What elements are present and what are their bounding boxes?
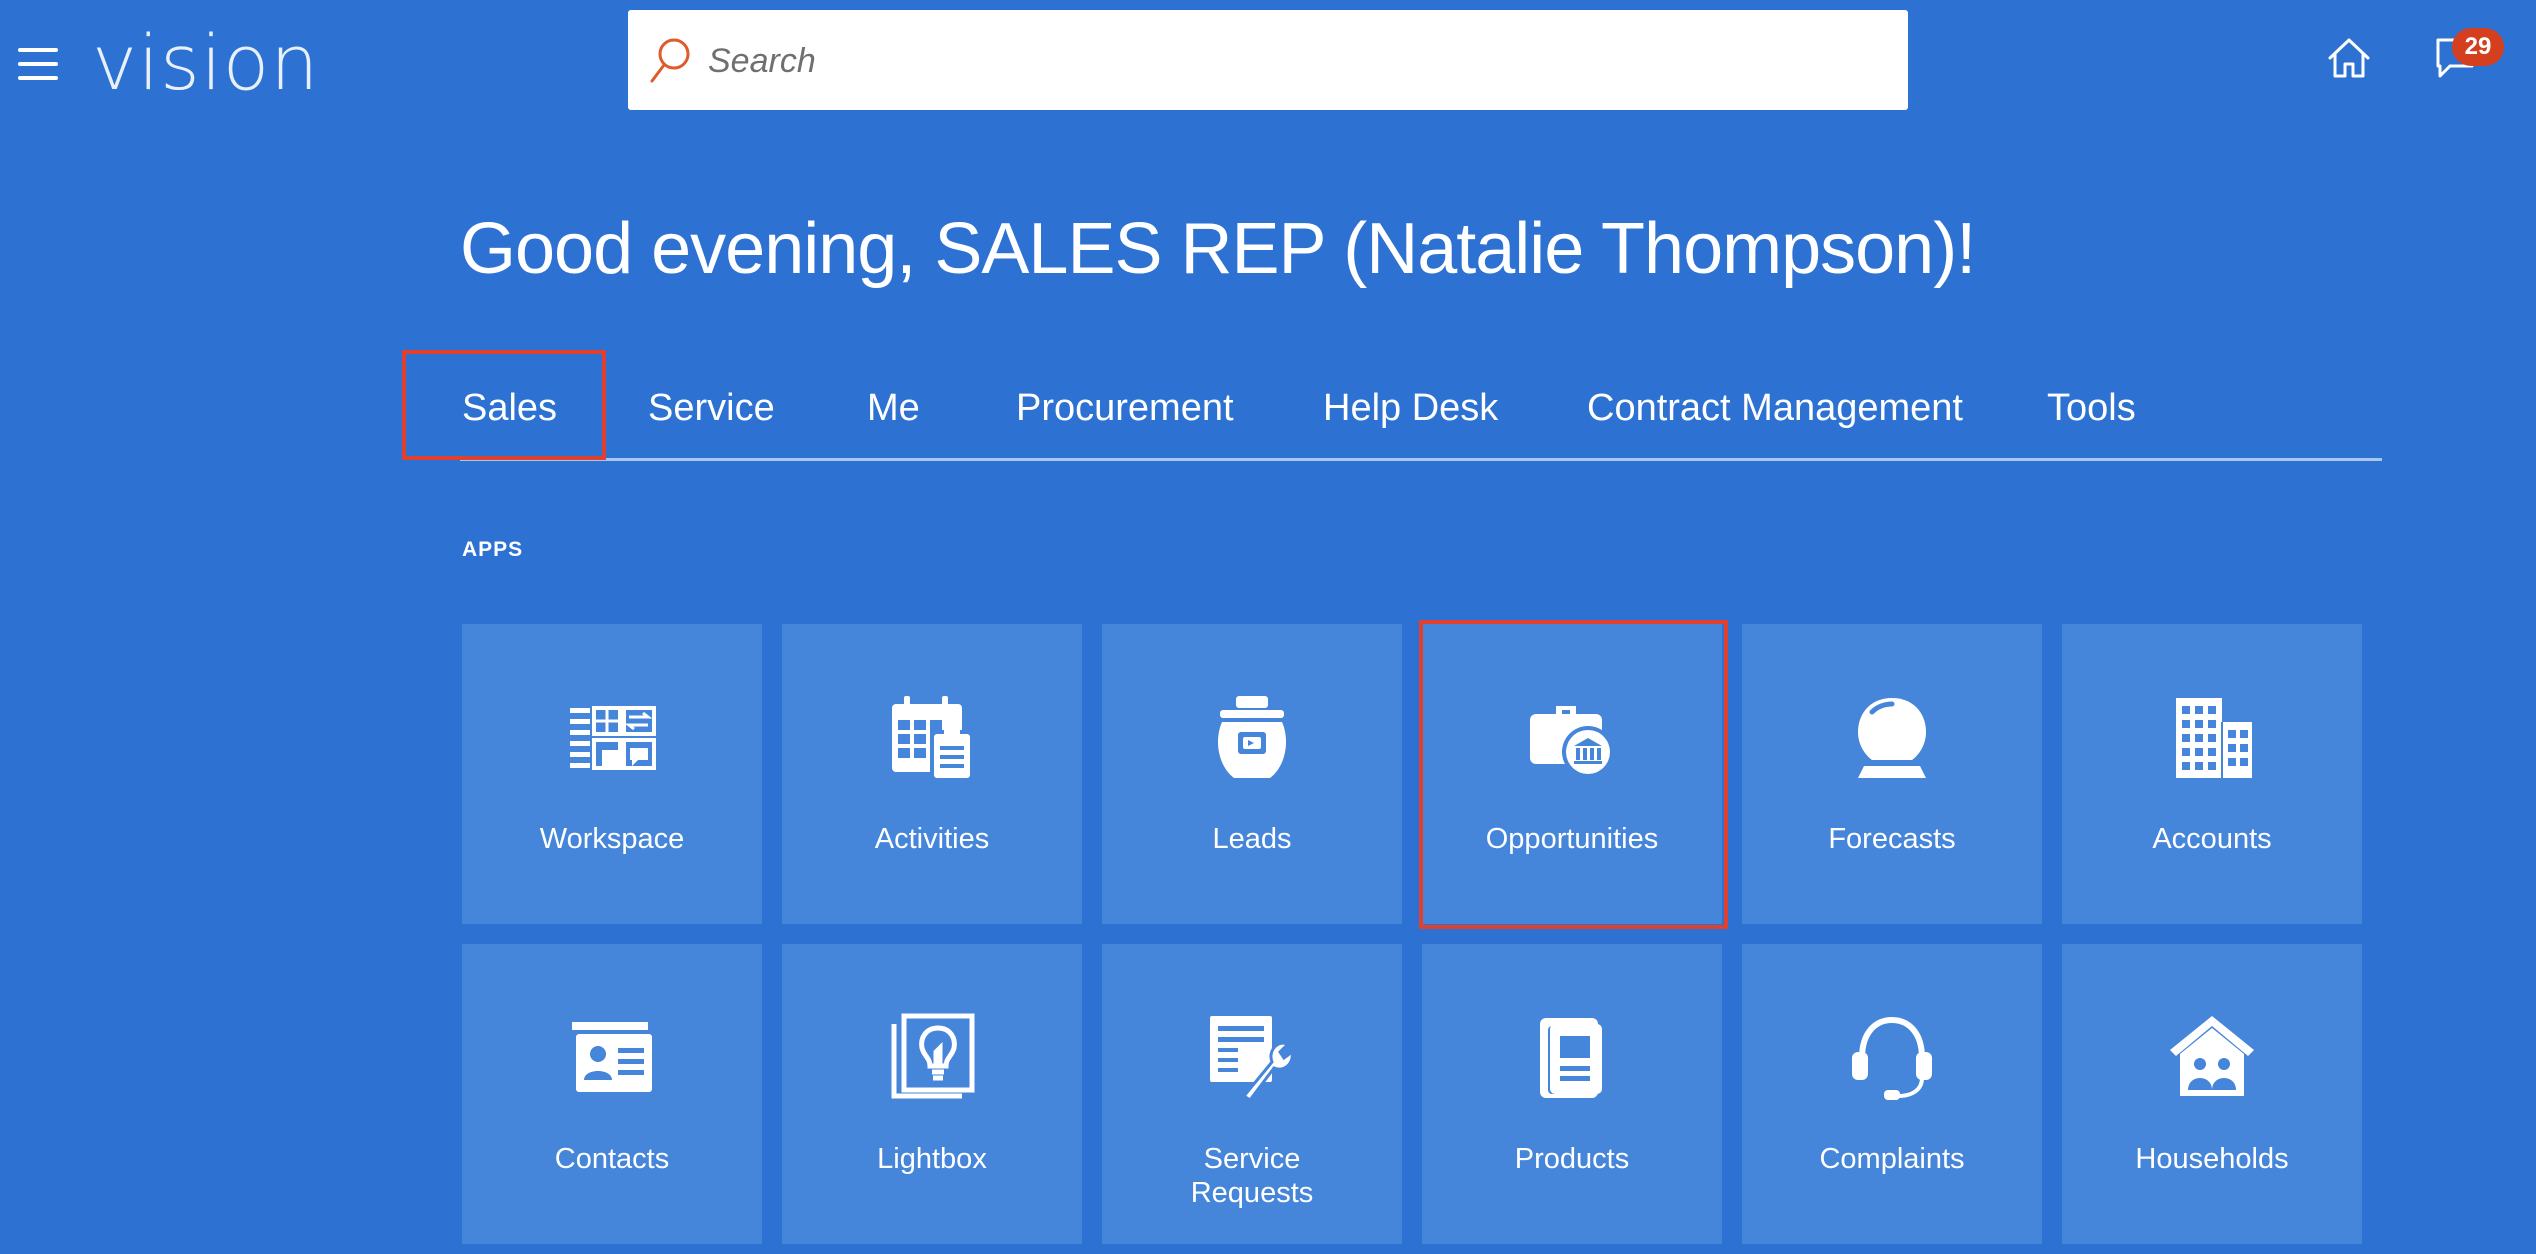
tab-sales[interactable]: Sales <box>462 380 557 436</box>
greeting-title: Good evening, SALES REP (Natalie Thompso… <box>460 209 1976 289</box>
hamburger-menu-icon[interactable] <box>18 48 58 80</box>
app-tile-households[interactable]: Households <box>2062 944 2362 1244</box>
search-input[interactable] <box>706 28 1890 94</box>
app-tile-opportunities[interactable]: Opportunities <box>1422 624 1722 924</box>
app-tile-complaints[interactable]: Complaints <box>1742 944 2042 1244</box>
app-tile-label: Forecasts <box>1828 823 1956 855</box>
briefcase-icon <box>1530 706 1614 778</box>
calendar-icon <box>892 696 972 780</box>
app-tile-contacts[interactable]: Contacts <box>462 944 762 1244</box>
product-book-icon <box>1540 1018 1602 1098</box>
tab-service[interactable]: Service <box>648 380 775 436</box>
headset-icon <box>1852 1016 1932 1100</box>
notification-count-badge[interactable]: 29 <box>2452 28 2504 66</box>
workspace-icon <box>570 706 656 770</box>
app-tile-label: Complaints <box>1819 1143 1965 1175</box>
app-tile-label: Lightbox <box>877 1143 987 1175</box>
app-tile-activities[interactable]: Activities <box>782 624 1082 924</box>
app-tile-label: Products <box>1514 1143 1630 1175</box>
app-tile-label: Opportunities <box>1485 823 1659 855</box>
app-tile-leads[interactable]: Leads <box>1102 624 1402 924</box>
search-box[interactable] <box>628 10 1908 110</box>
leads-icon <box>1218 696 1286 778</box>
app-tile-accounts[interactable]: Accounts <box>2062 624 2362 924</box>
tab-contract-management[interactable]: Contract Management <box>1587 380 1963 436</box>
wrench-form-icon <box>1210 1016 1294 1103</box>
app-tile-forecasts[interactable]: Forecasts <box>1742 624 2042 924</box>
app-tile-label: Households <box>2135 1143 2289 1175</box>
app-tile-label: Workspace <box>539 823 685 855</box>
home-icon[interactable] <box>2326 36 2372 80</box>
crystal-ball-icon <box>1858 698 1926 778</box>
contact-card-icon <box>572 1022 652 1092</box>
app-tile-label: Accounts <box>2152 823 2272 855</box>
app-tile-label: Activities <box>874 823 990 855</box>
app-tile-workspace[interactable]: Workspace <box>462 624 762 924</box>
tab-tools[interactable]: Tools <box>2047 380 2136 436</box>
vision-logo[interactable]: vision <box>92 18 319 108</box>
top-bar: vision 29 <box>0 0 2536 125</box>
label-line-1: Service <box>1203 1143 1301 1175</box>
tab-procurement[interactable]: Procurement <box>1016 380 1234 436</box>
household-icon <box>2170 1016 2254 1096</box>
lightbulb-icon <box>891 1013 975 1099</box>
tab-help-desk[interactable]: Help Desk <box>1323 380 1498 436</box>
app-tile-products[interactable]: Products <box>1422 944 1722 1244</box>
apps-section-label: APPS <box>462 538 524 561</box>
label-line-2: Requests <box>1190 1177 1314 1209</box>
search-icon <box>650 38 690 83</box>
tab-me[interactable]: Me <box>867 380 920 436</box>
app-tile-service-requests[interactable]: Service Requests <box>1102 944 1402 1244</box>
building-icon <box>2176 698 2252 778</box>
app-tile-label: Leads <box>1212 823 1292 855</box>
app-tile-label: Service Requests <box>1102 1142 1402 1210</box>
app-tile-label: Contacts <box>554 1143 670 1175</box>
app-tile-lightbox[interactable]: Lightbox <box>782 944 1082 1244</box>
tabs-divider <box>460 458 2382 461</box>
